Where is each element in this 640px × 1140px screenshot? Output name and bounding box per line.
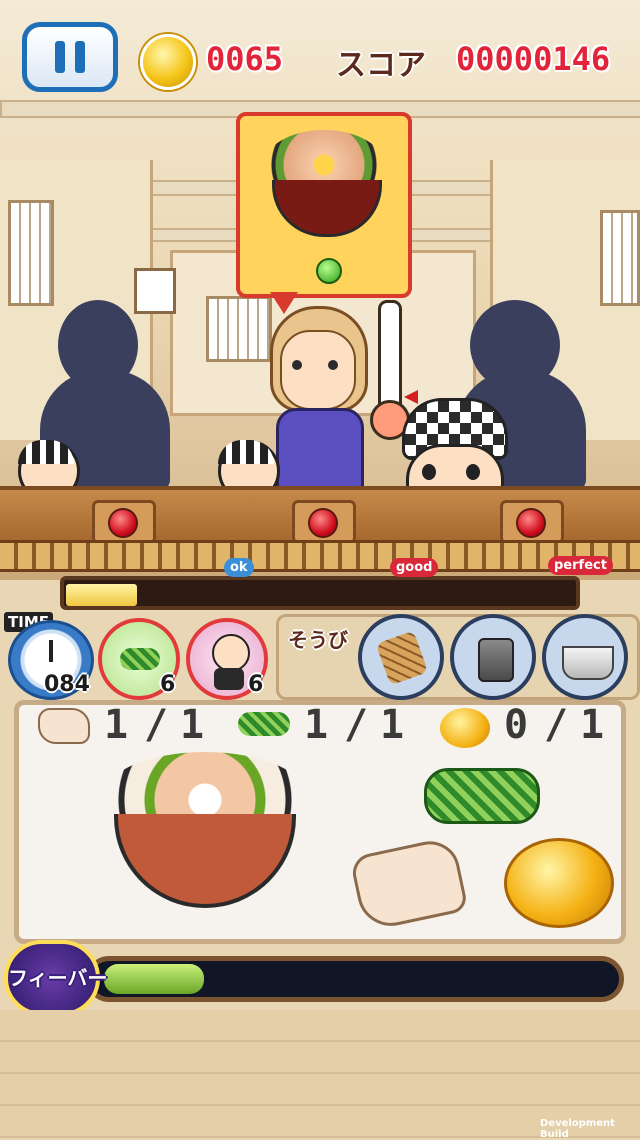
green-onion-icon: [238, 712, 290, 736]
onion-count-total: 1: [380, 702, 405, 748]
quality-progress-track: [60, 576, 580, 610]
egg-count-done: 0: [504, 702, 529, 748]
egg-count-sep: /: [544, 702, 569, 748]
order-status-dot: [316, 258, 342, 284]
serve-button-3[interactable]: [516, 508, 546, 538]
equip-slot-scoop[interactable]: [358, 614, 444, 700]
helper-item-count: 6: [248, 672, 264, 697]
serve-button-1[interactable]: [108, 508, 138, 538]
ramen-bowl[interactable]: [100, 752, 310, 912]
pause-button[interactable]: [22, 22, 118, 92]
pork-count-total: 1: [180, 702, 205, 748]
green-onion-item-count: 6: [160, 672, 176, 697]
egg-count-total: 1: [580, 702, 605, 748]
fever-label: フィーバー: [8, 966, 108, 990]
pork-count-done: 1: [104, 702, 129, 748]
order-bubble: [236, 112, 412, 298]
cooking-pot-icon: [562, 646, 614, 680]
score-value: 00000146: [456, 40, 611, 78]
serve-button-2[interactable]: [308, 508, 338, 538]
time-value: 084: [44, 672, 90, 697]
progress-marker-good: good: [390, 558, 439, 577]
equip-slot-pot[interactable]: [542, 614, 628, 700]
fever-gauge-fill: [104, 964, 204, 994]
counter-trim: [0, 540, 640, 572]
build-label: Development Build: [540, 1118, 615, 1140]
equip-slot-steamer[interactable]: [450, 614, 536, 700]
egg-yolk-pickup[interactable]: [504, 838, 614, 928]
pork-slice-icon: [38, 708, 90, 744]
coin-icon: [140, 34, 196, 90]
helper-character-icon: [212, 634, 250, 672]
bamboo-scoop-icon: [375, 630, 429, 686]
pause-icon: [55, 41, 65, 73]
green-onion-icon: [120, 648, 160, 670]
equipment-label: そうび: [288, 628, 348, 652]
onion-count-done: 1: [304, 702, 329, 748]
onion-count-sep: /: [344, 702, 369, 748]
progress-marker-ok: ok: [224, 558, 254, 577]
progress-marker-perfect: perfect: [548, 556, 613, 575]
green-onion-pickup[interactable]: [424, 768, 540, 824]
quality-progress-fill: [66, 584, 137, 606]
pork-count-sep: /: [144, 702, 169, 748]
clock-hand: [49, 640, 53, 662]
score-label: スコア: [336, 48, 426, 83]
coin-count: 0065: [206, 40, 284, 78]
steamer-pot-icon: [478, 638, 514, 682]
egg-yolk-icon: [440, 708, 490, 748]
ramen-bowl-order-icon: [264, 130, 384, 238]
